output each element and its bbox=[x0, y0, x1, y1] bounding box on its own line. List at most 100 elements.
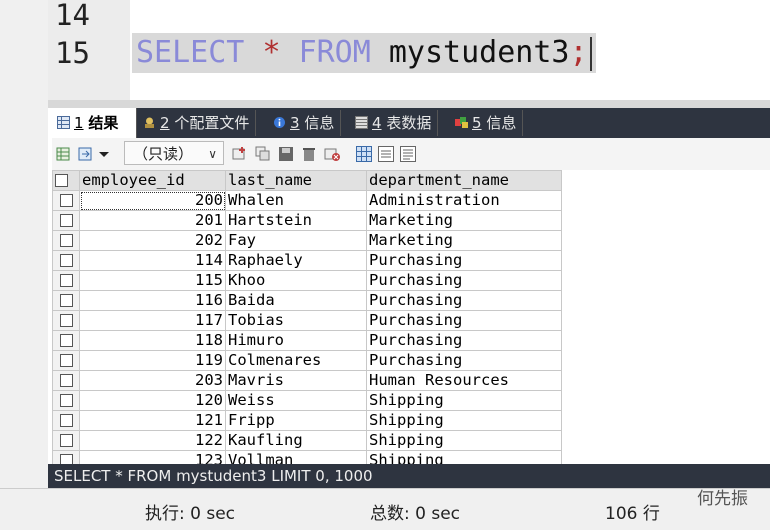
cell-last-name[interactable]: Kaufling bbox=[225, 430, 367, 451]
row-checkbox[interactable] bbox=[52, 390, 80, 411]
text-view-icon[interactable] bbox=[400, 146, 416, 162]
table-row[interactable]: 116 Baida Purchasing bbox=[52, 290, 562, 311]
tab-results[interactable]: 1 结果 bbox=[52, 108, 137, 138]
cell-last-name[interactable]: Fay bbox=[225, 230, 367, 251]
row-checkbox[interactable] bbox=[52, 310, 80, 331]
cell-department-name[interactable]: Administration bbox=[366, 190, 562, 211]
table-row[interactable]: 115 Khoo Purchasing bbox=[52, 270, 562, 291]
cell-last-name[interactable]: Mavris bbox=[225, 370, 367, 391]
delete-icon[interactable] bbox=[301, 146, 317, 162]
table-row[interactable]: 117 Tobias Purchasing bbox=[52, 310, 562, 331]
table-row[interactable]: 114 Raphaely Purchasing bbox=[52, 250, 562, 271]
form-view-icon[interactable] bbox=[378, 146, 394, 162]
table-row[interactable]: 200 Whalen Administration bbox=[52, 190, 562, 211]
column-header[interactable]: last_name bbox=[225, 170, 367, 191]
cell-last-name[interactable]: Weiss bbox=[225, 390, 367, 411]
cell-last-name[interactable]: Hartstein bbox=[225, 210, 367, 231]
select-all-checkbox[interactable] bbox=[52, 170, 80, 191]
sql-keyword-select: SELECT bbox=[136, 35, 245, 70]
chevron-down-icon[interactable] bbox=[96, 146, 112, 162]
table-row[interactable]: 120 Weiss Shipping bbox=[52, 390, 562, 411]
cell-department-name[interactable]: Purchasing bbox=[366, 330, 562, 351]
row-checkbox[interactable] bbox=[52, 230, 80, 251]
column-header[interactable]: employee_id bbox=[79, 170, 226, 191]
cell-last-name[interactable]: Fripp bbox=[225, 410, 367, 431]
cell-employee-id[interactable]: 123 bbox=[79, 450, 226, 464]
column-header[interactable]: department_name bbox=[366, 170, 562, 191]
cell-employee-id[interactable]: 119 bbox=[79, 350, 226, 371]
tab-profile[interactable]: 2 个配置文件 bbox=[138, 110, 257, 136]
tab-info-2[interactable]: 5 信息 bbox=[450, 110, 524, 136]
row-checkbox[interactable] bbox=[52, 430, 80, 451]
discard-icon[interactable] bbox=[324, 146, 340, 162]
cell-department-name[interactable]: Purchasing bbox=[366, 270, 562, 291]
cell-employee-id[interactable]: 200 bbox=[79, 190, 226, 211]
sql-editor-line[interactable]: SELECT * FROM mystudent3; bbox=[132, 33, 596, 73]
cell-last-name[interactable]: Himuro bbox=[225, 330, 367, 351]
chevron-down-icon: ∨ bbox=[208, 147, 217, 161]
cell-department-name[interactable]: Purchasing bbox=[366, 250, 562, 271]
duplicate-row-icon[interactable] bbox=[255, 146, 271, 162]
row-checkbox[interactable] bbox=[52, 190, 80, 211]
cell-last-name[interactable]: Tobias bbox=[225, 310, 367, 331]
table-row[interactable]: 121 Fripp Shipping bbox=[52, 410, 562, 431]
cell-department-name[interactable]: Shipping bbox=[366, 450, 562, 464]
cell-last-name[interactable]: Baida bbox=[225, 290, 367, 311]
cell-employee-id[interactable]: 202 bbox=[79, 230, 226, 251]
info-icon bbox=[274, 117, 285, 128]
cell-employee-id[interactable]: 201 bbox=[79, 210, 226, 231]
table-row[interactable]: 203 Mavris Human Resources bbox=[52, 370, 562, 391]
cell-department-name[interactable]: Purchasing bbox=[366, 350, 562, 371]
cell-department-name[interactable]: Shipping bbox=[366, 410, 562, 431]
row-checkbox[interactable] bbox=[52, 290, 80, 311]
row-checkbox[interactable] bbox=[52, 450, 80, 464]
cell-last-name[interactable]: Raphaely bbox=[225, 250, 367, 271]
grid-view-icon[interactable] bbox=[356, 146, 372, 162]
row-checkbox[interactable] bbox=[52, 350, 80, 371]
line-number: 14 bbox=[55, 0, 90, 32]
cell-department-name[interactable]: Shipping bbox=[366, 390, 562, 411]
cell-employee-id[interactable]: 120 bbox=[79, 390, 226, 411]
cell-last-name[interactable]: Whalen bbox=[225, 190, 367, 211]
row-checkbox[interactable] bbox=[52, 410, 80, 431]
row-checkbox[interactable] bbox=[52, 270, 80, 291]
cell-department-name[interactable]: Purchasing bbox=[366, 290, 562, 311]
export-icon[interactable] bbox=[56, 146, 72, 162]
cell-department-name[interactable]: Shipping bbox=[366, 430, 562, 451]
cell-employee-id[interactable]: 203 bbox=[79, 370, 226, 391]
add-row-icon[interactable] bbox=[232, 146, 248, 162]
cell-last-name[interactable]: Colmenares bbox=[225, 350, 367, 371]
cell-employee-id[interactable]: 114 bbox=[79, 250, 226, 271]
row-checkbox[interactable] bbox=[52, 370, 80, 391]
result-grid[interactable]: employee_id last_name department_name 20… bbox=[52, 170, 770, 464]
tab-table-data[interactable]: 4 表数据 bbox=[350, 110, 439, 136]
result-table[interactable]: employee_id last_name department_name 20… bbox=[52, 170, 562, 464]
tab-info[interactable]: 3 信息 bbox=[268, 110, 342, 136]
table-row[interactable]: 123 Vollman Shipping bbox=[52, 450, 562, 464]
cell-last-name[interactable]: Khoo bbox=[225, 270, 367, 291]
cell-employee-id[interactable]: 115 bbox=[79, 270, 226, 291]
cell-department-name[interactable]: Marketing bbox=[366, 210, 562, 231]
table-row[interactable]: 122 Kaufling Shipping bbox=[52, 430, 562, 451]
cell-employee-id[interactable]: 121 bbox=[79, 410, 226, 431]
table-row[interactable]: 202 Fay Marketing bbox=[52, 230, 562, 251]
row-checkbox[interactable] bbox=[52, 330, 80, 351]
table-row[interactable]: 119 Colmenares Purchasing bbox=[52, 350, 562, 371]
cell-employee-id[interactable]: 117 bbox=[79, 310, 226, 331]
import-icon[interactable] bbox=[78, 146, 94, 162]
info2-icon bbox=[455, 117, 468, 128]
cell-department-name[interactable]: Marketing bbox=[366, 230, 562, 251]
save-icon[interactable] bbox=[278, 146, 294, 162]
row-checkbox[interactable] bbox=[52, 250, 80, 271]
cell-employee-id[interactable]: 116 bbox=[79, 290, 226, 311]
table-row[interactable]: 201 Hartstein Marketing bbox=[52, 210, 562, 231]
mode-select[interactable]: （只读） ∨ bbox=[124, 141, 224, 165]
cell-last-name[interactable]: Vollman bbox=[225, 450, 367, 464]
cell-department-name[interactable]: Purchasing bbox=[366, 310, 562, 331]
row-checkbox[interactable] bbox=[52, 210, 80, 231]
splitter[interactable] bbox=[48, 100, 770, 108]
cell-employee-id[interactable]: 122 bbox=[79, 430, 226, 451]
cell-department-name[interactable]: Human Resources bbox=[366, 370, 562, 391]
cell-employee-id[interactable]: 118 bbox=[79, 330, 226, 351]
table-row[interactable]: 118 Himuro Purchasing bbox=[52, 330, 562, 351]
